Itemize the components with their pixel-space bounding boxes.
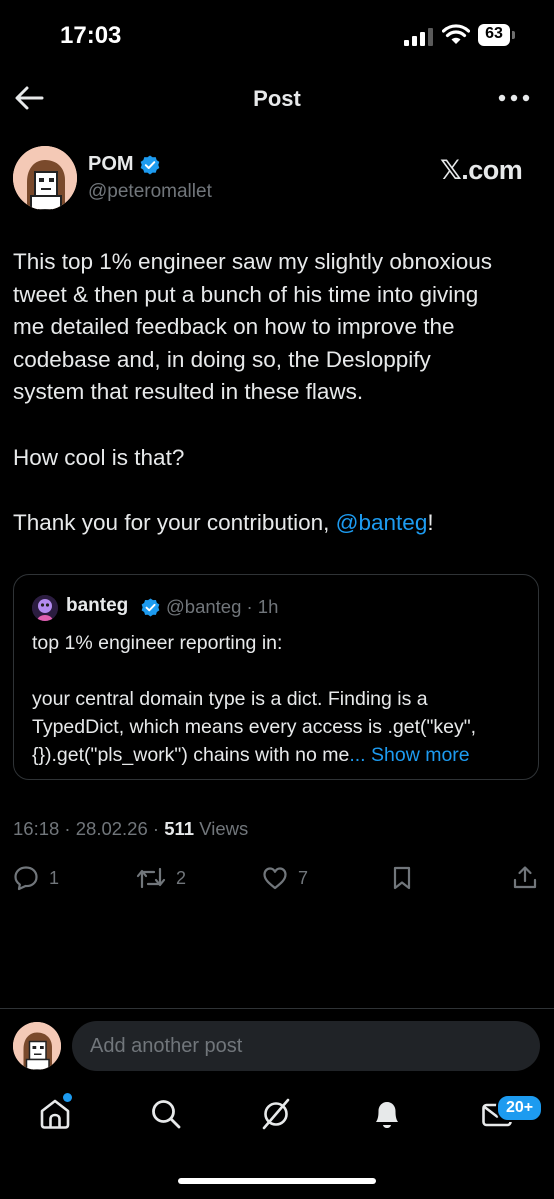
battery-level: 63 <box>485 25 503 42</box>
wifi-icon <box>442 24 470 44</box>
quoted-post-text: top 1% engineer reporting in: your centr… <box>32 629 532 769</box>
home-icon <box>40 1099 70 1129</box>
repost-icon <box>136 867 166 889</box>
cellular-signal-icon <box>404 28 433 46</box>
quoted-author-avatar[interactable] <box>32 595 58 621</box>
thanks-suffix: ! <box>427 509 434 535</box>
author-avatar[interactable] <box>13 146 77 210</box>
bookmark-icon <box>393 866 411 890</box>
body-line: system that resulted in these flaws. <box>13 379 364 405</box>
body-line: This top 1% engineer saw my slightly obn… <box>13 249 492 274</box>
nav-home[interactable] <box>38 1097 74 1133</box>
reply-input[interactable]: Add another post <box>72 1021 540 1071</box>
nav-search[interactable] <box>149 1097 185 1133</box>
heart-icon <box>263 867 287 890</box>
status-time: 17:03 <box>60 22 122 49</box>
quoted-author-handle: @banteg · 1h <box>166 596 279 617</box>
post-timestamp: 16:18 · 28.02.26 · <box>13 818 165 839</box>
bookmark-button[interactable] <box>389 863 415 893</box>
nav-grok[interactable] <box>259 1097 295 1133</box>
pixel-avatar-icon <box>13 146 77 210</box>
mention-link[interactable]: @banteg <box>336 510 428 535</box>
page-title: Post <box>253 86 301 111</box>
reply-button[interactable]: 1 <box>13 863 59 893</box>
divider <box>0 1008 554 1009</box>
bell-icon <box>376 1102 398 1128</box>
body-thanks: Thank you for your contribution, @banteg… <box>13 507 533 540</box>
thanks-text: Thank you for your contribution, <box>13 509 336 535</box>
views-count[interactable]: 511 <box>164 818 194 839</box>
body-line: me detailed feedback on how to improve t… <box>13 314 455 340</box>
like-button[interactable]: 7 <box>262 863 308 893</box>
reply-count: 1 <box>49 867 60 888</box>
author-handle[interactable]: @peteromallet <box>88 181 212 203</box>
post-meta: 16:18 · 28.02.26 · 511 Views <box>13 818 248 840</box>
quote-line: {}).get("pls_work") chains with no me <box>32 744 350 766</box>
show-more-link[interactable]: ... Show more <box>349 744 469 766</box>
grok-icon <box>262 1098 290 1130</box>
quoted-post-card[interactable]: banteg @banteg · 1h top 1% engineer repo… <box>13 574 539 780</box>
avatar-graphic-icon <box>32 595 58 621</box>
back-arrow-icon[interactable] <box>14 84 44 112</box>
quote-line: TypedDict, which means every access is .… <box>32 716 477 738</box>
quoted-author-name[interactable]: banteg <box>66 595 128 617</box>
current-user-avatar[interactable] <box>13 1022 61 1070</box>
body-question: How cool is that? <box>13 444 185 470</box>
body-line: codebase and, in doing so, the Desloppif… <box>13 346 431 372</box>
nav-notifications[interactable] <box>370 1097 406 1133</box>
x-com-brand: 𝕏.com <box>440 155 523 185</box>
reply-icon <box>14 866 38 891</box>
body-line: tweet & then put a bunch of his time int… <box>13 281 479 307</box>
views-label: Views <box>194 818 249 839</box>
repost-button[interactable]: 2 <box>136 863 186 893</box>
quote-line: top 1% engineer reporting in: <box>32 632 283 654</box>
verified-badge-icon <box>140 155 160 175</box>
quote-line-last: {}).get("pls_work") chains with no me...… <box>32 741 532 769</box>
battery-indicator: 63 <box>478 24 516 46</box>
home-unread-dot <box>63 1093 72 1102</box>
repost-count: 2 <box>176 867 187 888</box>
more-options-icon[interactable] <box>498 92 530 104</box>
like-count: 7 <box>298 867 309 888</box>
search-icon <box>152 1100 181 1129</box>
quote-line: your central domain type is a dict. Find… <box>32 688 428 710</box>
pixel-avatar-icon <box>13 1022 61 1070</box>
share-icon <box>513 866 537 889</box>
share-button[interactable] <box>512 863 538 893</box>
verified-badge-icon <box>141 598 160 617</box>
post-body: This top 1% engineer saw my slightly obn… <box>13 246 533 539</box>
author-name[interactable]: POM <box>88 153 134 176</box>
home-indicator <box>178 1178 376 1184</box>
messages-badge: 20+ <box>496 1094 544 1122</box>
